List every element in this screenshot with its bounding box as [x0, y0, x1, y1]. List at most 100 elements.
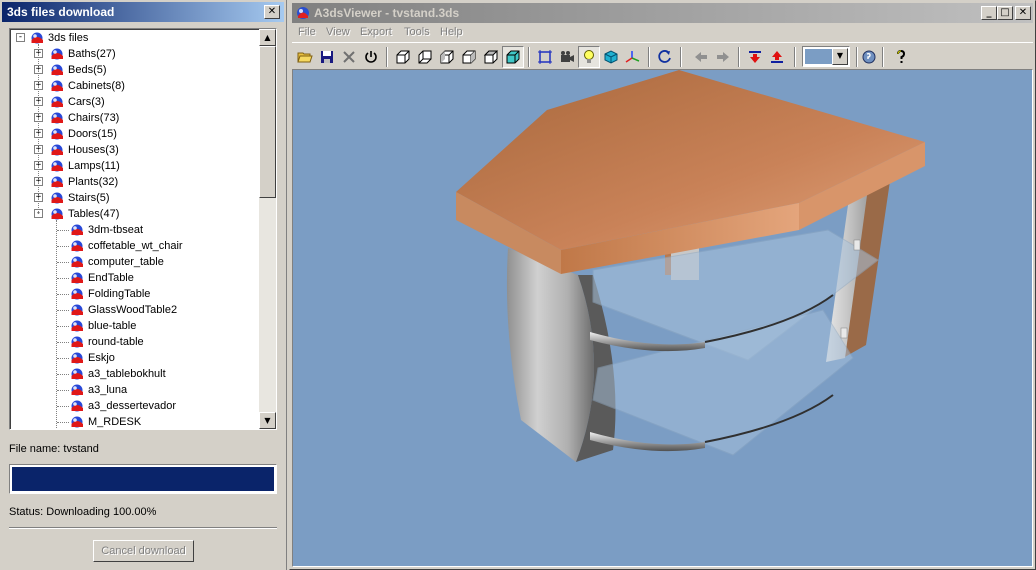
- tree-category[interactable]: + Baths(27): [10, 46, 259, 62]
- arrow-left-icon[interactable]: [690, 46, 712, 68]
- 3ds-file-icon: [50, 47, 65, 61]
- tree-file-item[interactable]: 3dm-tbseat: [10, 222, 259, 238]
- menu-tools[interactable]: Tools: [404, 26, 430, 38]
- menu-export[interactable]: Export: [360, 26, 392, 38]
- light-bulb-icon[interactable]: [578, 46, 600, 68]
- close-x-icon[interactable]: [338, 46, 360, 68]
- tree-category[interactable]: + Lamps(11): [10, 158, 259, 174]
- tree-item-label: FoldingTable: [88, 288, 151, 300]
- tree-connector: [57, 422, 69, 423]
- tree-item-label: Baths(27): [68, 48, 116, 60]
- 3ds-file-icon: [70, 399, 85, 413]
- tree-category[interactable]: + Plants(32): [10, 174, 259, 190]
- minimize-button[interactable]: _: [981, 6, 997, 20]
- tree-category[interactable]: + Chairs(73): [10, 110, 259, 126]
- collapse-icon[interactable]: -: [16, 33, 25, 42]
- power-icon[interactable]: [360, 46, 382, 68]
- tree-category[interactable]: + Stairs(5): [10, 190, 259, 206]
- download-progress-fill: [12, 467, 274, 491]
- scroll-up-button[interactable]: ▲: [259, 29, 276, 46]
- axes-icon[interactable]: [622, 46, 644, 68]
- toolbar-separator: [528, 47, 530, 67]
- open-folder-icon[interactable]: [294, 46, 316, 68]
- 3ds-file-icon: [30, 31, 45, 45]
- tree-item-label: Houses(3): [68, 144, 119, 156]
- tree-file-item[interactable]: a3_tablebokhult: [10, 366, 259, 382]
- save-disk-icon[interactable]: [316, 46, 338, 68]
- tree-item-label: Doors(15): [68, 128, 117, 140]
- tree-category[interactable]: + Cars(3): [10, 94, 259, 110]
- toolbar-separator: [882, 47, 884, 67]
- tree-file-item[interactable]: blue-table: [10, 318, 259, 334]
- rotate-icon[interactable]: [654, 46, 676, 68]
- 3ds-file-icon: [50, 95, 65, 109]
- tree-file-item[interactable]: coffetable_wt_chair: [10, 238, 259, 254]
- cancel-download-button[interactable]: Cancel download: [93, 540, 194, 562]
- 3ds-file-icon: [70, 287, 85, 301]
- maximize-button[interactable]: □: [997, 6, 1013, 20]
- menu-view[interactable]: View: [326, 26, 350, 38]
- cube-top-icon[interactable]: [480, 46, 502, 68]
- tree-connector: [57, 406, 69, 407]
- cube-shaded-icon[interactable]: [502, 46, 524, 68]
- download-panel-close-button[interactable]: ✕: [264, 5, 280, 19]
- tree-category[interactable]: + Doors(15): [10, 126, 259, 142]
- tree-file-item[interactable]: GlassWoodTable2: [10, 302, 259, 318]
- tree-file-item[interactable]: FoldingTable: [10, 286, 259, 302]
- tree-file-item[interactable]: computer_table: [10, 254, 259, 270]
- tree-item-label: Tables(47): [68, 208, 120, 220]
- file-tree[interactable]: - 3ds files + Baths(27) + Beds(5) + Cabinets(8)…: [9, 28, 277, 430]
- background-color-swatch: [805, 49, 833, 64]
- globe-info-icon[interactable]: [858, 46, 880, 68]
- menu-file[interactable]: File: [298, 26, 316, 38]
- tree-category[interactable]: - Tables(47): [10, 206, 259, 222]
- tree-item-label: 3dm-tbseat: [88, 224, 144, 236]
- tree-item-label: computer_table: [88, 256, 164, 268]
- tree-file-item[interactable]: round-table: [10, 334, 259, 350]
- tree-item-label: a3_luna: [88, 384, 128, 396]
- tree-connector: [57, 326, 69, 327]
- 3ds-file-icon: [70, 271, 85, 285]
- 3d-viewport[interactable]: [292, 69, 1033, 567]
- 3ds-file-icon: [50, 111, 65, 125]
- fit-frame-icon[interactable]: [534, 46, 556, 68]
- tree-file-item[interactable]: Eskjo: [10, 350, 259, 366]
- tree-root[interactable]: - 3ds files: [10, 30, 259, 46]
- background-color-select[interactable]: ▼: [802, 46, 850, 67]
- tree-item-label: M_RDESK: [88, 416, 142, 428]
- cube-front-icon[interactable]: [392, 46, 414, 68]
- help-question-icon[interactable]: [890, 46, 912, 68]
- download-red-icon[interactable]: [744, 46, 766, 68]
- tree-file-item[interactable]: M_RDESK: [10, 414, 259, 429]
- 3ds-file-icon: [70, 319, 85, 333]
- tree-category[interactable]: + Beds(5): [10, 62, 259, 78]
- box-icon[interactable]: [600, 46, 622, 68]
- upload-red-icon[interactable]: [766, 46, 788, 68]
- tree-item-label: EndTable: [88, 272, 134, 284]
- tree-category[interactable]: + Cabinets(8): [10, 78, 259, 94]
- status-label: Status: Downloading 100.00%: [9, 506, 157, 518]
- scroll-down-button[interactable]: ▼: [259, 412, 276, 429]
- 3ds-file-icon: [70, 383, 85, 397]
- tree-item-label: Stairs(5): [68, 192, 110, 204]
- menu-help[interactable]: Help: [440, 26, 463, 38]
- tree-file-item[interactable]: EndTable: [10, 270, 259, 286]
- tree-category[interactable]: + Houses(3): [10, 142, 259, 158]
- tree-item-label: round-table: [88, 336, 144, 348]
- cube-left-icon[interactable]: [436, 46, 458, 68]
- 3ds-file-icon: [50, 127, 65, 141]
- cube-back-icon[interactable]: [414, 46, 436, 68]
- tree-file-item[interactable]: a3_luna: [10, 382, 259, 398]
- tree-file-item[interactable]: a3_dessertevador: [10, 398, 259, 414]
- arrow-right-icon[interactable]: [712, 46, 734, 68]
- scroll-thumb[interactable]: [259, 46, 276, 198]
- close-button[interactable]: ✕: [1015, 6, 1031, 20]
- tree-item-label: Lamps(11): [68, 160, 120, 172]
- toolbar-separator: [680, 47, 682, 67]
- tree-scrollbar[interactable]: ▲ ▼: [259, 29, 276, 429]
- 3ds-file-icon: [70, 255, 85, 269]
- cube-right-icon[interactable]: [458, 46, 480, 68]
- tree-item-label: a3_tablebokhult: [88, 368, 166, 380]
- chevron-down-icon[interactable]: ▼: [832, 48, 848, 65]
- camera-icon[interactable]: [556, 46, 578, 68]
